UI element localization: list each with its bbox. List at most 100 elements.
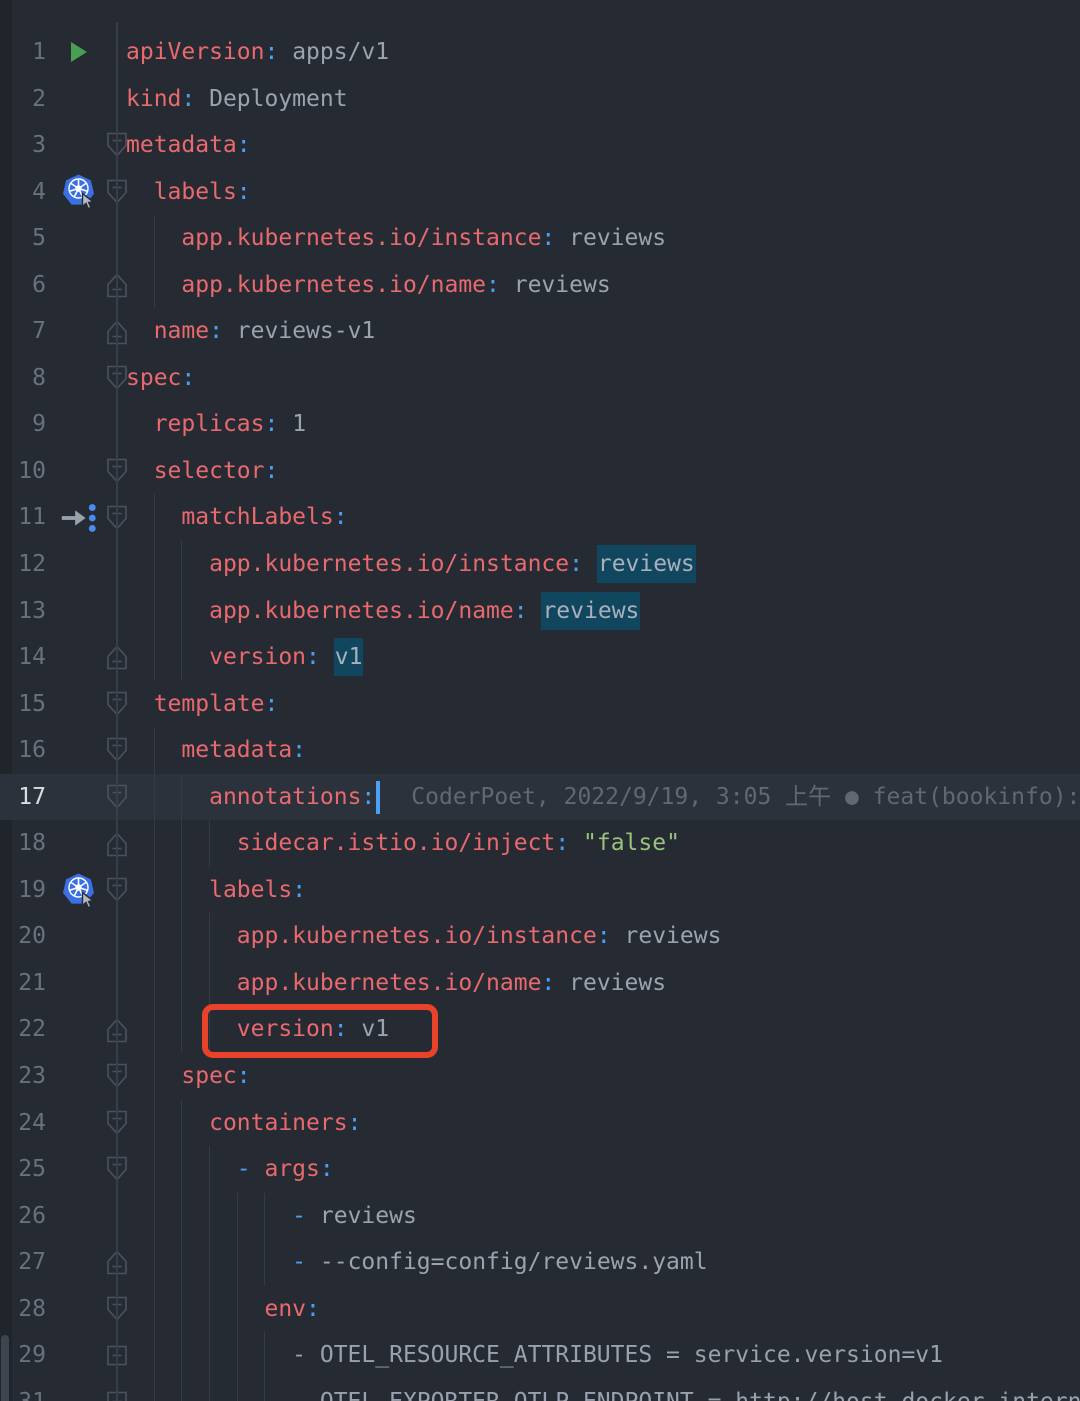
code-line[interactable]: 27 - --config=config/reviews.yaml (0, 1239, 1080, 1286)
token-str: "false" (583, 830, 680, 856)
token-key: matchLabels (181, 504, 333, 530)
token-val (583, 551, 597, 577)
code-line[interactable]: 17 annotations:CoderPoet, 2022/9/19, 3:0… (0, 774, 1080, 821)
line-number[interactable]: 15 (0, 681, 46, 728)
line-number[interactable]: 20 (0, 913, 46, 960)
code-line[interactable]: 2kind: Deployment (0, 76, 1080, 123)
code-line[interactable]: 31 - OTEL_EXPORTER_OTLP_ENDPOINT = http:… (0, 1379, 1080, 1401)
line-number[interactable]: 2 (0, 76, 46, 123)
code-line[interactable]: 9 replicas: 1 (0, 401, 1080, 448)
gutter-icon-slot (58, 169, 98, 216)
code-line[interactable]: 6 app.kubernetes.io/name: reviews (0, 262, 1080, 309)
token-punct: : (237, 132, 251, 158)
code-text: app.kubernetes.io/instance: reviews (126, 913, 721, 960)
line-number[interactable]: 18 (0, 820, 46, 867)
code-text: metadata: (126, 727, 306, 774)
code-line[interactable]: 19 labels: (0, 867, 1080, 914)
code-text: - reviews (126, 1193, 417, 1240)
line-number[interactable]: 26 (0, 1193, 46, 1240)
line-number[interactable]: 21 (0, 960, 46, 1007)
token-dash: - (237, 1156, 265, 1182)
token-key: spec (126, 365, 181, 391)
code-line[interactable]: 13 app.kubernetes.io/name: reviews (0, 588, 1080, 635)
annotation-highlight-box (202, 1004, 438, 1058)
token-val: reviews (555, 970, 666, 996)
code-line[interactable]: 24 containers: (0, 1100, 1080, 1147)
code-line[interactable]: 14 version: v1 (0, 634, 1080, 681)
token-key: spec (181, 1063, 236, 1089)
line-number[interactable]: 24 (0, 1100, 46, 1147)
token-val: apps/v1 (278, 39, 389, 65)
line-number[interactable]: 7 (0, 308, 46, 355)
code-line[interactable]: 15 template: (0, 681, 1080, 728)
code-text: - --config=config/reviews.yaml (126, 1239, 708, 1286)
token-key: app.kubernetes.io/name (209, 598, 514, 624)
code-text: version: v1 (126, 634, 363, 681)
line-number[interactable]: 12 (0, 541, 46, 588)
code-line[interactable]: 1 apiVersion: apps/v1 (0, 29, 1080, 76)
line-number[interactable]: 28 (0, 1286, 46, 1333)
code-line[interactable]: 25 - args: (0, 1146, 1080, 1193)
line-number[interactable]: 22 (0, 1006, 46, 1053)
line-number[interactable]: 1 (0, 29, 46, 76)
line-number[interactable]: 4 (0, 169, 46, 216)
token-key: sidecar.istio.io/inject (237, 830, 556, 856)
line-number[interactable]: 27 (0, 1239, 46, 1286)
code-line[interactable]: 29 - OTEL_RESOURCE_ATTRIBUTES = service.… (0, 1332, 1080, 1379)
line-number[interactable]: 25 (0, 1146, 46, 1193)
line-number[interactable]: 23 (0, 1053, 46, 1100)
code-line[interactable]: 7 name: reviews-v1 (0, 308, 1080, 355)
gutter-icon-slot (58, 29, 98, 76)
token-punct: : (292, 877, 306, 903)
token-punct: : (555, 830, 569, 856)
code-text: app.kubernetes.io/name: reviews (126, 588, 640, 635)
caret-position-marker-icon[interactable] (58, 500, 98, 536)
line-number[interactable]: 8 (0, 355, 46, 402)
code-line[interactable]: 22 version: v1 (0, 1006, 1080, 1053)
code-line[interactable]: 21 app.kubernetes.io/name: reviews (0, 960, 1080, 1007)
code-line[interactable]: 20 app.kubernetes.io/instance: reviews (0, 913, 1080, 960)
scrollbar-thumb[interactable] (1, 1335, 9, 1401)
token-key: apiVersion (126, 39, 264, 65)
line-number[interactable]: 11 (0, 494, 46, 541)
editor[interactable]: 1apiVersion: apps/v12kind: Deployment3me… (0, 0, 1080, 1401)
code-line[interactable]: 8 spec: (0, 355, 1080, 402)
line-number[interactable]: 14 (0, 634, 46, 681)
line-number[interactable]: 19 (0, 867, 46, 914)
token-val: reviews (611, 923, 722, 949)
code-line[interactable]: 26 - reviews (0, 1193, 1080, 1240)
code-line[interactable]: 11 matchLabels: (0, 494, 1080, 541)
line-number[interactable]: 16 (0, 727, 46, 774)
code-line[interactable]: 18 sidecar.istio.io/inject: "false" (0, 820, 1080, 867)
code-text: spec: (126, 1053, 251, 1100)
token-hl: reviews (541, 592, 640, 630)
token-punct: : (181, 365, 195, 391)
line-number[interactable]: 13 (0, 588, 46, 635)
code-line[interactable]: 5 app.kubernetes.io/instance: reviews (0, 215, 1080, 262)
token-punct: : (264, 691, 278, 717)
code-line[interactable]: 16 metadata: (0, 727, 1080, 774)
code-line[interactable]: 4 labels: (0, 169, 1080, 216)
token-punct: : (237, 179, 251, 205)
code-line[interactable]: 10 selector: (0, 448, 1080, 495)
code-line[interactable]: 28 env: (0, 1286, 1080, 1333)
line-number[interactable]: 3 (0, 122, 46, 169)
line-number[interactable]: 6 (0, 262, 46, 309)
token-key: replicas (154, 411, 265, 437)
code-line[interactable]: 23 spec: (0, 1053, 1080, 1100)
code-text: apiVersion: apps/v1 (126, 29, 389, 76)
token-val (528, 598, 542, 624)
line-number[interactable]: 17 (0, 774, 46, 821)
token-val: reviews (555, 225, 666, 251)
code-text: app.kubernetes.io/instance: reviews (126, 541, 696, 588)
run-button-icon[interactable] (66, 39, 90, 65)
line-number[interactable]: 10 (0, 448, 46, 495)
token-punct: : (306, 644, 320, 670)
token-val: reviews-v1 (223, 318, 375, 344)
kubernetes-icon[interactable] (61, 872, 96, 909)
kubernetes-icon[interactable] (61, 173, 96, 210)
line-number[interactable]: 5 (0, 215, 46, 262)
line-number[interactable]: 9 (0, 401, 46, 448)
code-line[interactable]: 12 app.kubernetes.io/instance: reviews (0, 541, 1080, 588)
code-line[interactable]: 3metadata: (0, 122, 1080, 169)
